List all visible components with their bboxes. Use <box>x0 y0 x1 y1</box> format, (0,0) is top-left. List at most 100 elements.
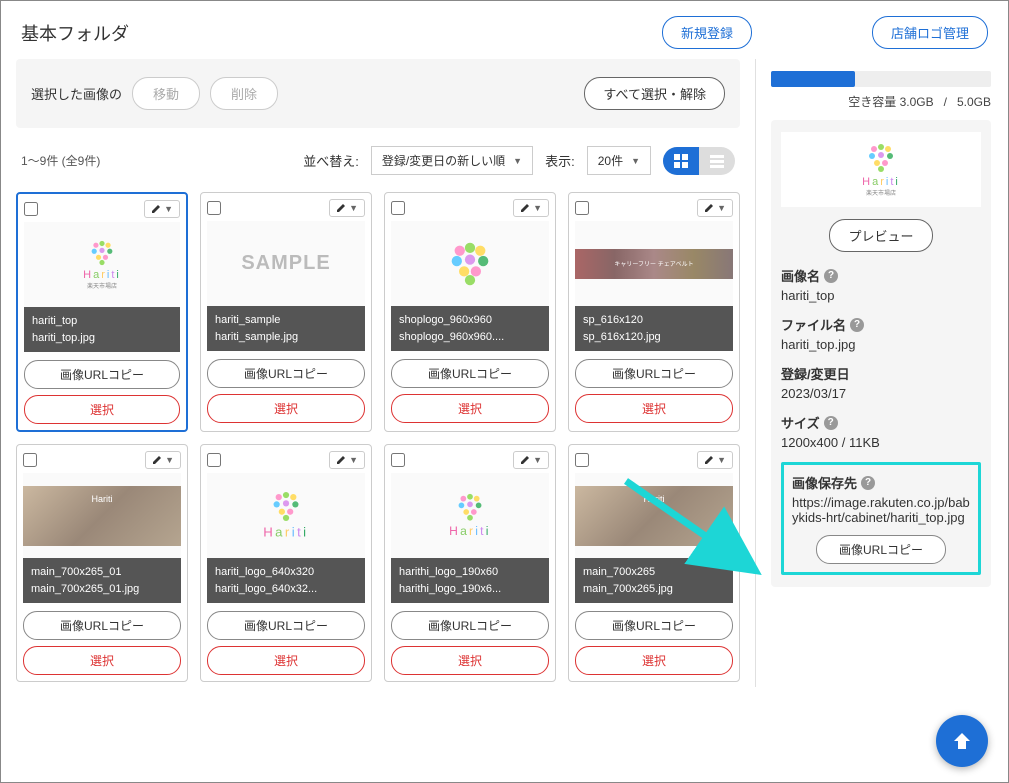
card-name: shoplogo_960x960 <box>399 312 541 329</box>
thumbnail[interactable]: キャリーフリー チェアベルト <box>575 221 733 306</box>
card-file: sp_616x120.jpg <box>583 329 725 346</box>
card-checkbox[interactable] <box>391 453 405 467</box>
url-highlight-box: 画像保存先? https://image.rakuten.co.jp/babyk… <box>781 462 981 575</box>
thumbnail[interactable] <box>391 221 549 306</box>
shop-logo-manage-button[interactable]: 店舗ロゴ管理 <box>872 16 988 49</box>
help-icon[interactable]: ? <box>824 416 838 430</box>
pencil-icon <box>520 203 530 213</box>
select-button[interactable]: 選択 <box>575 394 733 423</box>
pencil-icon <box>520 455 530 465</box>
card-checkbox[interactable] <box>575 453 589 467</box>
help-icon[interactable]: ? <box>824 269 838 283</box>
edit-button[interactable]: ▼ <box>329 451 365 469</box>
thumbnail[interactable]: Hariti <box>23 473 181 558</box>
card-caption: main_700x265_01main_700x265_01.jpg <box>23 558 181 603</box>
image-name-label: 画像名 <box>781 266 820 285</box>
select-button[interactable]: 選択 <box>391 394 549 423</box>
capacity-text: 空き容量 3.0GB / 5.0GB <box>771 93 991 110</box>
copy-url-button[interactable]: 画像URLコピー <box>575 359 733 388</box>
select-button[interactable]: 選択 <box>207 394 365 423</box>
card-checkbox[interactable] <box>207 453 221 467</box>
card-caption: main_700x265main_700x265.jpg <box>575 558 733 603</box>
edit-button[interactable]: ▼ <box>513 199 549 217</box>
chevron-down-icon: ▼ <box>513 156 522 166</box>
preview-image: Hariti 楽天市場店 <box>781 132 981 207</box>
card-file: main_700x265.jpg <box>583 581 725 598</box>
detail-copy-url-button[interactable]: 画像URLコピー <box>816 535 946 564</box>
image-card: ▼ Haritihariti_logo_640x320hariti_logo_64… <box>200 444 372 682</box>
arrow-up-icon <box>950 729 974 753</box>
new-register-button[interactable]: 新規登録 <box>662 16 752 49</box>
copy-url-button[interactable]: 画像URLコピー <box>24 360 180 389</box>
sort-value: 登録/変更日の新しい順 <box>382 152 505 169</box>
delete-button[interactable]: 削除 <box>210 77 278 110</box>
edit-button[interactable]: ▼ <box>329 199 365 217</box>
edit-button[interactable]: ▼ <box>697 199 733 217</box>
card-file: harithi_logo_190x6... <box>399 581 541 598</box>
date-label: 登録/変更日 <box>781 364 850 383</box>
image-card: ▼キャリーフリー チェアベルトsp_616x120sp_616x120.jpg画… <box>568 192 740 432</box>
item-count: 1〜9件 (全9件) <box>21 152 100 169</box>
card-checkbox[interactable] <box>391 201 405 215</box>
copy-url-button[interactable]: 画像URLコピー <box>23 611 181 640</box>
thumbnail[interactable]: Hariti <box>575 473 733 558</box>
detail-panel: Hariti 楽天市場店 プレビュー 画像名? hariti_top ファイル名… <box>771 120 991 587</box>
card-caption: hariti_logo_640x320hariti_logo_640x32... <box>207 558 365 603</box>
select-all-button[interactable]: すべて選択・解除 <box>584 77 725 110</box>
display-value: 20件 <box>598 152 623 169</box>
copy-url-button[interactable]: 画像URLコピー <box>207 359 365 388</box>
page-title: 基本フォルダ <box>21 20 129 46</box>
card-checkbox[interactable] <box>575 201 589 215</box>
select-button[interactable]: 選択 <box>207 646 365 675</box>
card-caption: hariti_tophariti_top.jpg <box>24 307 180 352</box>
scroll-top-button[interactable] <box>936 715 988 767</box>
copy-url-button[interactable]: 画像URLコピー <box>391 611 549 640</box>
card-file: main_700x265_01.jpg <box>31 581 173 598</box>
thumbnail[interactable]: SAMPLE <box>207 221 365 306</box>
image-card: ▼Haritimain_700x265main_700x265.jpg画像URL… <box>568 444 740 682</box>
copy-url-button[interactable]: 画像URLコピー <box>391 359 549 388</box>
select-button[interactable]: 選択 <box>24 395 180 424</box>
image-card: ▼shoplogo_960x960shoplogo_960x960....画像U… <box>384 192 556 432</box>
card-file: hariti_top.jpg <box>32 330 172 347</box>
select-button[interactable]: 選択 <box>23 646 181 675</box>
view-toggle[interactable] <box>663 147 735 175</box>
list-view-icon[interactable] <box>699 147 735 175</box>
grid-view-icon[interactable] <box>663 147 699 175</box>
edit-button[interactable]: ▼ <box>513 451 549 469</box>
pencil-icon <box>336 203 346 213</box>
image-card: ▼SAMPLEhariti_samplehariti_sample.jpg画像U… <box>200 192 372 432</box>
thumbnail[interactable]: Hariti <box>391 473 549 558</box>
card-name: main_700x265_01 <box>31 564 173 581</box>
help-icon[interactable]: ? <box>861 476 875 490</box>
card-checkbox[interactable] <box>24 202 38 216</box>
thumbnail[interactable]: Hariti <box>207 473 365 558</box>
file-name-value: hariti_top.jpg <box>781 337 981 352</box>
pencil-icon <box>151 204 161 214</box>
card-checkbox[interactable] <box>23 453 37 467</box>
select-button[interactable]: 選択 <box>575 646 733 675</box>
thumbnail[interactable]: Hariti楽天市場店 <box>24 222 180 307</box>
copy-url-button[interactable]: 画像URLコピー <box>575 611 733 640</box>
image-card: ▼Haritiharithi_logo_190x60harithi_logo_1… <box>384 444 556 682</box>
help-icon[interactable]: ? <box>850 318 864 332</box>
select-button[interactable]: 選択 <box>391 646 549 675</box>
copy-url-button[interactable]: 画像URLコピー <box>207 611 365 640</box>
display-select[interactable]: 20件 ▼ <box>587 146 651 175</box>
size-label: サイズ <box>781 413 820 432</box>
preview-button[interactable]: プレビュー <box>829 219 932 252</box>
move-button[interactable]: 移動 <box>132 77 200 110</box>
url-value: https://image.rakuten.co.jp/babykids-hrt… <box>792 495 970 525</box>
sort-select[interactable]: 登録/変更日の新しい順 ▼ <box>371 146 533 175</box>
edit-button[interactable]: ▼ <box>145 451 181 469</box>
card-checkbox[interactable] <box>207 201 221 215</box>
image-name-value: hariti_top <box>781 288 981 303</box>
edit-button[interactable]: ▼ <box>697 451 733 469</box>
card-name: main_700x265 <box>583 564 725 581</box>
card-name: harithi_logo_190x60 <box>399 564 541 581</box>
card-caption: harithi_logo_190x60harithi_logo_190x6... <box>391 558 549 603</box>
pencil-icon <box>152 455 162 465</box>
edit-button[interactable]: ▼ <box>144 200 180 218</box>
image-card: ▼ Hariti楽天市場店hariti_tophariti_top.jpg 画像UR… <box>16 192 188 432</box>
card-name: hariti_sample <box>215 312 357 329</box>
